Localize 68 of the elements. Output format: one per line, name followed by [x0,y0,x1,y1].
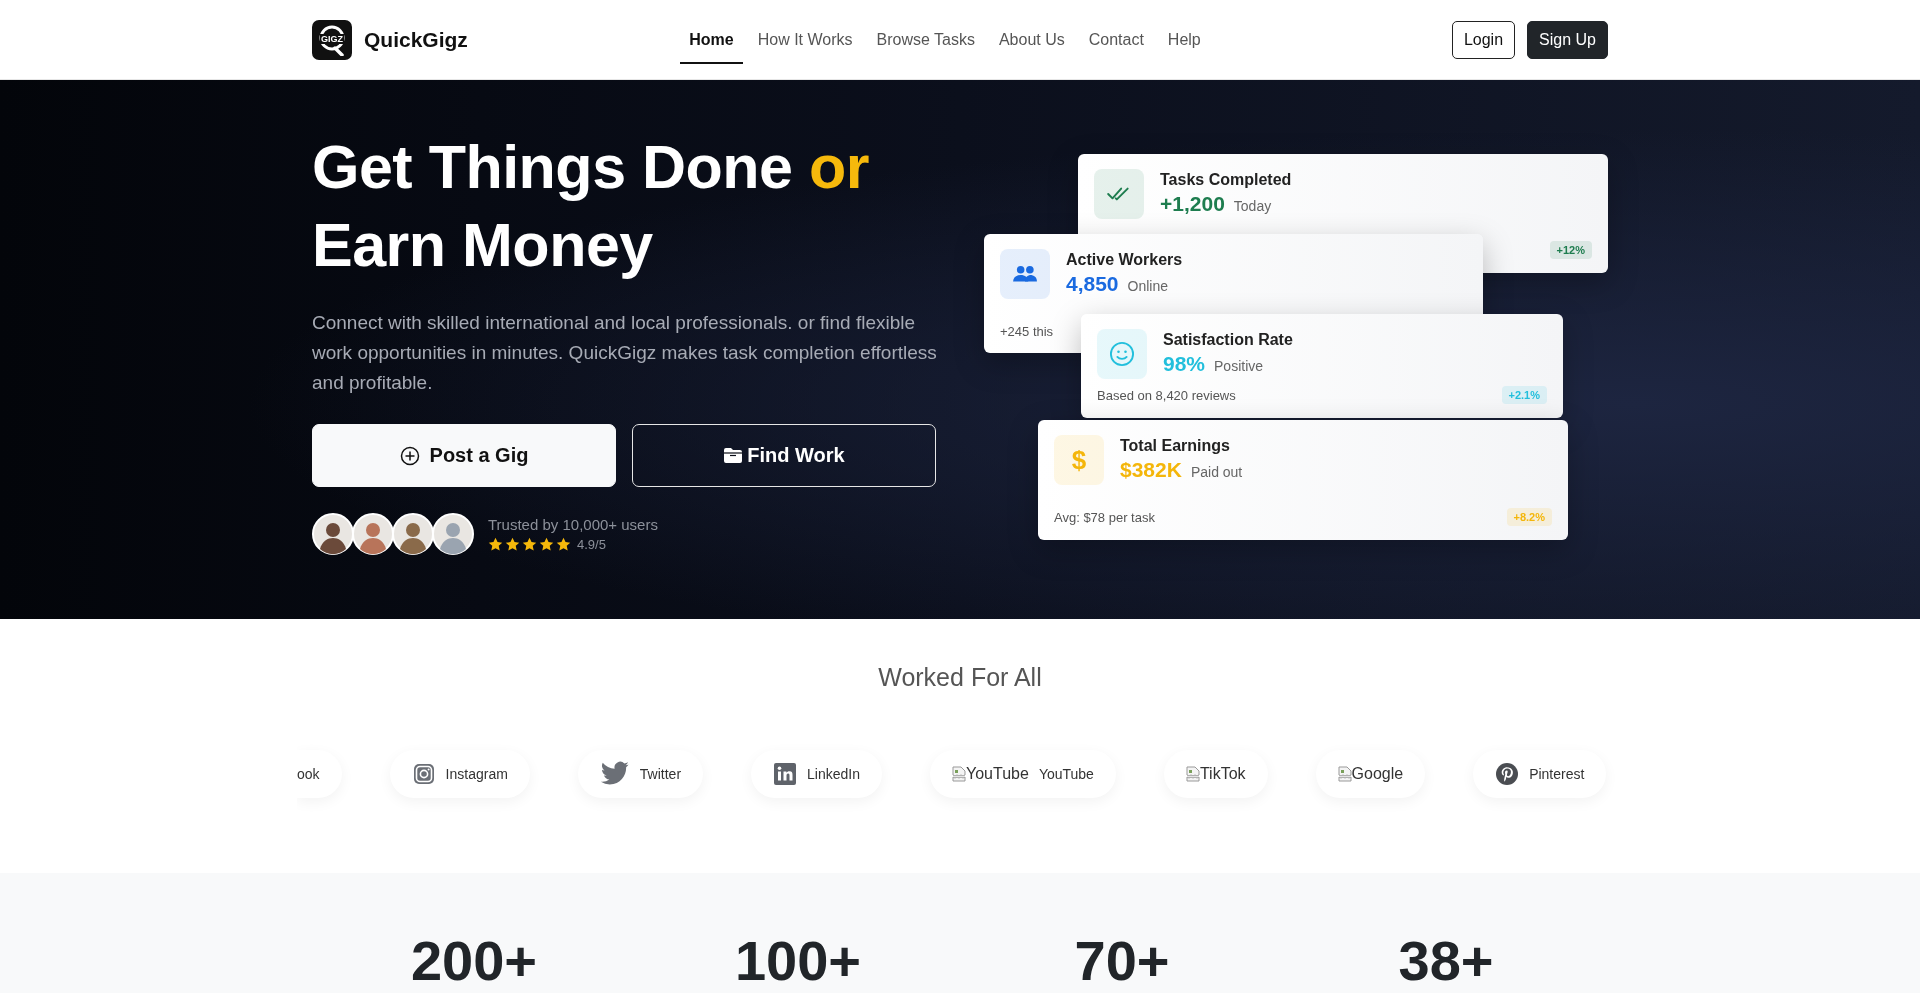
avatar [392,513,434,555]
avatar [432,513,474,555]
change-badge: +2.1% [1501,386,1547,404]
bird-icon [599,761,630,787]
stat-number: 70+ [1074,931,1170,991]
brand-name-text: Twitter [639,766,682,782]
image-alt-text: Google [1351,765,1404,783]
broken-image-icon [1185,766,1200,782]
card-value: +1,200 [1160,192,1225,216]
camera-icon [411,762,436,786]
card-value: 98% [1163,352,1206,376]
star-icon [488,537,503,552]
smiley-icon [1108,340,1136,368]
avatar [352,513,394,555]
linkedin-in-icon [773,762,798,786]
card-title: Satisfaction Rate [1163,331,1293,349]
change-badge: +12% [1549,241,1592,259]
nav-link[interactable]: Contact [1079,15,1153,64]
image-alt-text: TikTok [1199,765,1246,783]
star-icon [522,537,537,552]
card-footnote: Based on 8,420 reviews [1097,387,1236,403]
card-value: 4,850 [1066,272,1119,296]
login-button[interactable]: Login [1451,20,1516,59]
folder-icon [723,445,744,466]
find-work-button[interactable]: Find Work [632,424,936,487]
section-heading: Worked For All [877,663,1043,692]
star-icon [539,537,554,552]
card-title: Active Workers [1066,251,1183,269]
card-title: Total Earnings [1120,437,1231,455]
broken-image-icon [952,766,966,782]
star-icon [505,537,520,552]
brand-name-text: LinkedIn [807,766,860,782]
brand-name-text: Pinterest [1529,766,1585,782]
stat-number: 100+ [734,931,862,991]
card-caption: Today [1233,198,1272,214]
card-caption: Paid out [1190,464,1243,480]
nav-link[interactable]: About Us [989,15,1074,64]
card-footnote: +245 this [1000,324,1054,339]
card-value: $382K [1120,458,1182,482]
stat-number: 200+ [410,931,538,991]
brand-name: QuickGigz [364,27,468,52]
card-caption: Positive [1214,358,1264,374]
brand-name-text: YouTube [1038,766,1094,782]
avatar [312,513,354,555]
nav-link[interactable]: Help [1158,15,1210,64]
post-gig-button[interactable]: Post a Gig [312,424,616,487]
rating-text: 4.9/5 [577,537,606,552]
card-title: Tasks Completed [1160,171,1292,189]
card-caption: Online [1127,278,1169,294]
stat-number: 38+ [1398,931,1494,991]
brand-name-text: Instagram [445,766,508,782]
plus-circle-icon [399,445,420,466]
broken-image-icon [1337,766,1352,782]
trust-text: Trusted by 10,000+ users [488,516,658,533]
hero-description: Connect with skilled international and local professionals. or find flexible work opportunities in minutes. QuickGigz makes task completion effortless and profitable. [312,311,938,395]
nav-link[interactable]: Browse Tasks [867,15,984,64]
hero-title: Get Things Done or Earn Money [312,132,870,281]
signup-button[interactable]: Sign Up [1527,20,1608,59]
nav-link[interactable]: Home [680,15,743,64]
change-badge: +8.2% [1506,508,1552,526]
brand-name-text: ook [297,766,320,782]
nav-link[interactable]: How It Works [748,15,862,64]
image-alt-text: YouTube [966,765,1029,783]
logo-text: GIGZ [320,33,344,44]
star-icon [556,537,571,552]
card-footnote: Avg: $78 per task [1054,509,1155,525]
pin-p-icon [1495,762,1520,786]
dollar-icon: $ [1054,435,1104,485]
